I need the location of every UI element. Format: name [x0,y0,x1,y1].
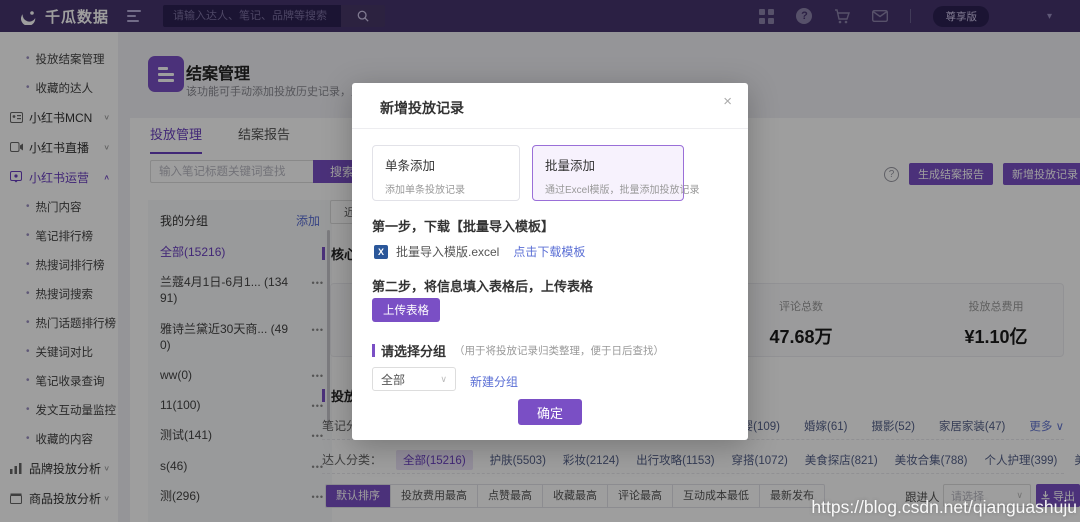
excel-file-icon: X [374,244,388,259]
option-single-add[interactable]: 单条添加 添加单条投放记录 [372,145,520,201]
template-file-row: X 批量导入模版.excel 点击下载模板 [374,243,585,260]
add-record-modal: 新增投放记录 × 单条添加 添加单条投放记录 批量添加 通过Excel模版，批量… [352,83,748,440]
group-select-note: （用于将投放记录归类整理，便于日后查找） [454,345,665,357]
modal-divider [352,128,748,129]
group-select-label: 请选择分组 [381,344,447,359]
add-mode-options: 单条添加 添加单条投放记录 批量添加 通过Excel模版，批量添加投放记录 [372,145,699,201]
upload-table-button[interactable]: 上传表格 [372,298,440,322]
step1-text: 第一步，下载【批量导入模板】 [372,219,555,234]
download-template-link[interactable]: 点击下载模板 [513,243,585,260]
close-icon[interactable]: × [723,93,732,110]
template-file-name: 批量导入模版.excel [396,245,500,259]
watermark: https://blog.csdn.net/qianguashuju [811,497,1077,517]
option-batch-add[interactable]: 批量添加 通过Excel模版，批量添加投放记录 [532,145,699,201]
group-select-section: 请选择分组 （用于将投放记录归类整理，便于日后查找） [372,341,664,360]
group-select-dropdown[interactable]: 全部 ∨ [372,367,456,391]
section-accent-bar [372,344,375,357]
step2-text: 第二步，将信息填入表格后，上传表格 [372,279,594,294]
app-root: 千瓜数据 ? 尊享版 ▾ 投放结案管理 [0,0,1080,522]
new-group-link[interactable]: 新建分组 [470,373,518,390]
chevron-down-icon: ∨ [440,373,447,384]
confirm-button[interactable]: 确定 [518,399,582,425]
modal-title: 新增投放记录 [380,100,464,116]
